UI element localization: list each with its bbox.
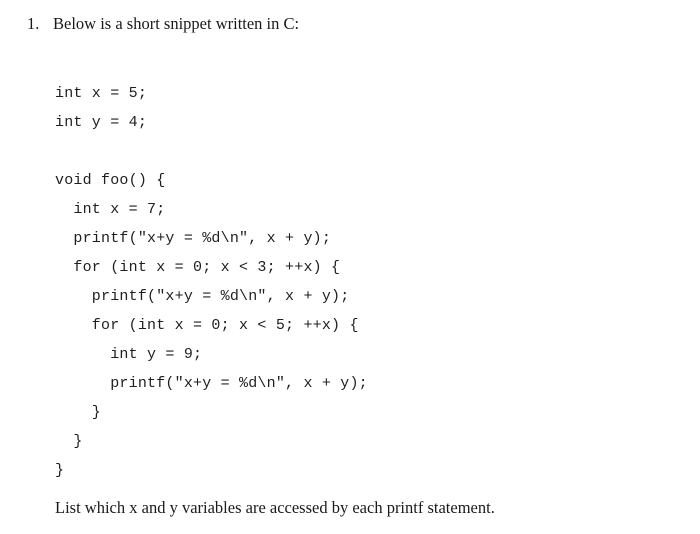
code-line: for (int x = 0; x < 5; ++x) {: [55, 317, 359, 334]
code-line: int y = 4;: [55, 114, 148, 131]
question-list-item: 1. Below is a short snippet written in C…: [27, 13, 677, 35]
code-line: int x = 5;: [55, 85, 148, 102]
document-page: 1. Below is a short snippet written in C…: [0, 0, 700, 534]
code-line: printf("x+y = %d\n", x + y);: [55, 230, 332, 247]
list-item-number: 1.: [27, 14, 40, 33]
code-line: int x = 7;: [55, 201, 166, 218]
question-closing-instruction: List which x and y variables are accesse…: [55, 498, 495, 517]
code-line: int y = 9;: [55, 346, 203, 363]
question-prompt: Below is a short snippet written in C:: [53, 14, 300, 33]
code-line: printf("x+y = %d\n", x + y);: [55, 375, 368, 392]
code-line: printf("x+y = %d\n", x + y);: [55, 288, 350, 305]
code-line: }: [55, 462, 65, 479]
code-line: }: [55, 404, 102, 421]
code-line: void foo() {: [55, 172, 166, 189]
code-line: }: [55, 433, 83, 450]
c-code-block: int x = 5; int y = 4; void foo() { int x =…: [55, 79, 368, 485]
code-line: for (int x = 0; x < 3; ++x) {: [55, 259, 341, 276]
